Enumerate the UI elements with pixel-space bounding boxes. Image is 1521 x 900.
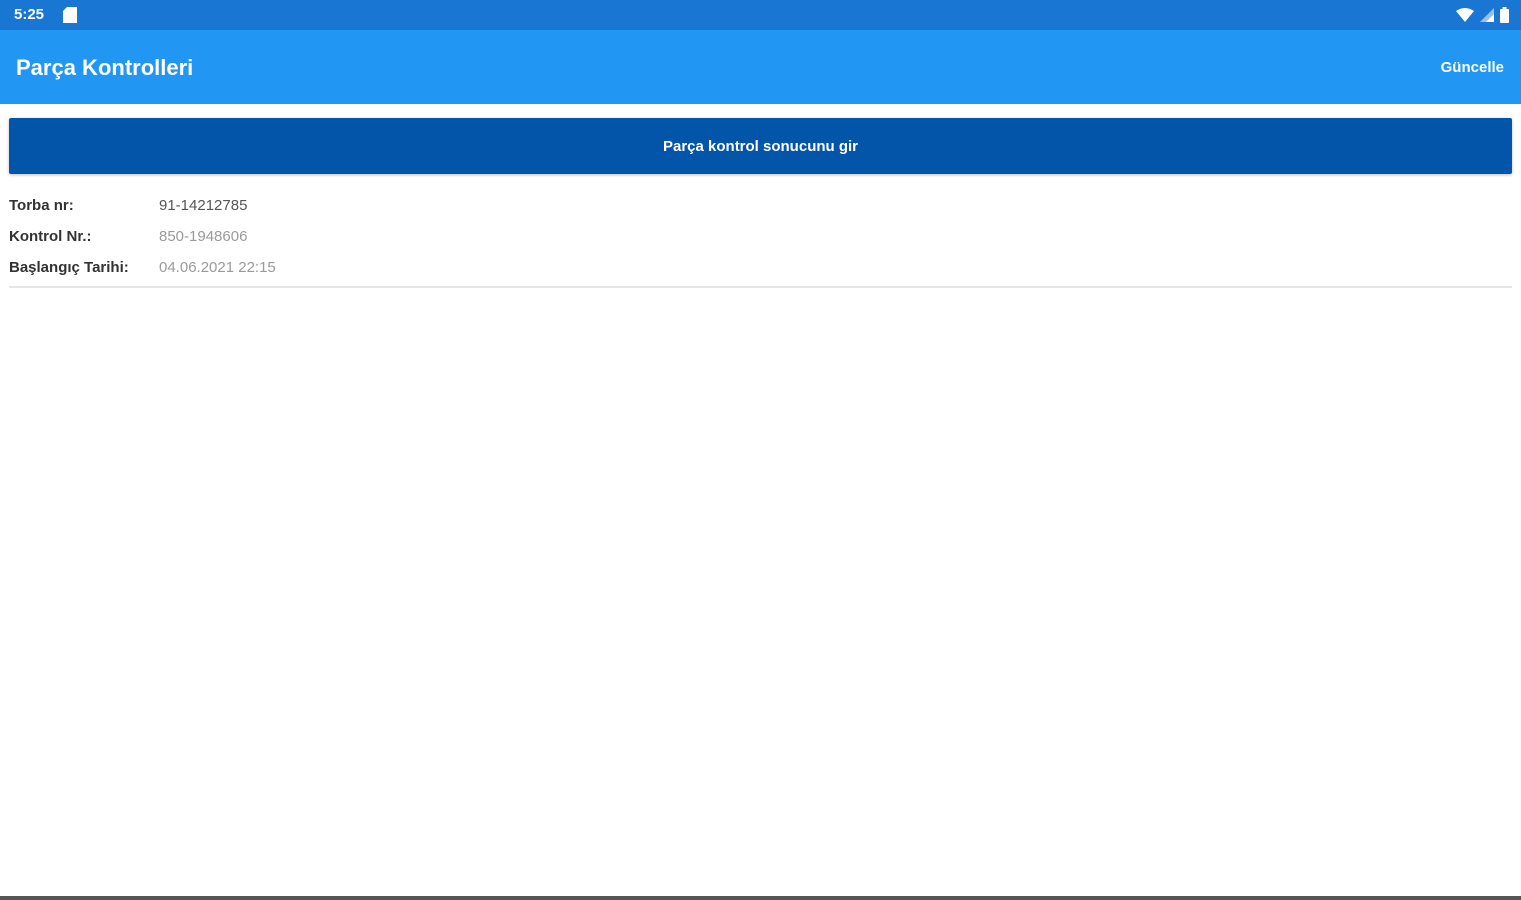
battery-icon: [1500, 7, 1509, 23]
detail-value: 91-14212785: [159, 197, 248, 214]
status-time: 5:25: [14, 6, 45, 23]
enter-control-result-label: Parça kontrol sonucunu gir: [662, 137, 859, 155]
sd-card-icon: [63, 7, 77, 23]
detail-value: 850-1948606: [159, 228, 248, 245]
app-bar: Parça Kontrolleri Güncelle: [0, 30, 1521, 104]
detail-label: Başlangıç Tarihi:: [9, 259, 129, 276]
status-icons: [1456, 6, 1509, 24]
detail-label: Kontrol Nr.:: [9, 228, 92, 245]
app-screen: 5:25 Parça Kontrolleri Güncelle Parça ko…: [0, 0, 1521, 900]
refresh-button[interactable]: Güncelle: [1441, 56, 1504, 80]
detail-value: 04.06.2021 22:15: [159, 259, 276, 276]
detail-row-bag-number: Torba nr: 91-14212785: [9, 195, 1509, 217]
page-title: Parça Kontrolleri: [16, 55, 194, 80]
wifi-icon: [1456, 8, 1474, 22]
detail-label: Torba nr:: [9, 197, 74, 214]
detail-row-start-date: Başlangıç Tarihi: 04.06.2021 22:15: [9, 257, 1509, 279]
divider: [9, 286, 1512, 288]
status-bar: 5:25: [0, 0, 1521, 30]
detail-row-control-number: Kontrol Nr.: 850-1948606: [9, 226, 1509, 248]
signal-icon: [1480, 8, 1494, 22]
enter-control-result-button[interactable]: Parça kontrol sonucunu gir: [9, 118, 1512, 174]
bottom-edge: [0, 896, 1521, 900]
